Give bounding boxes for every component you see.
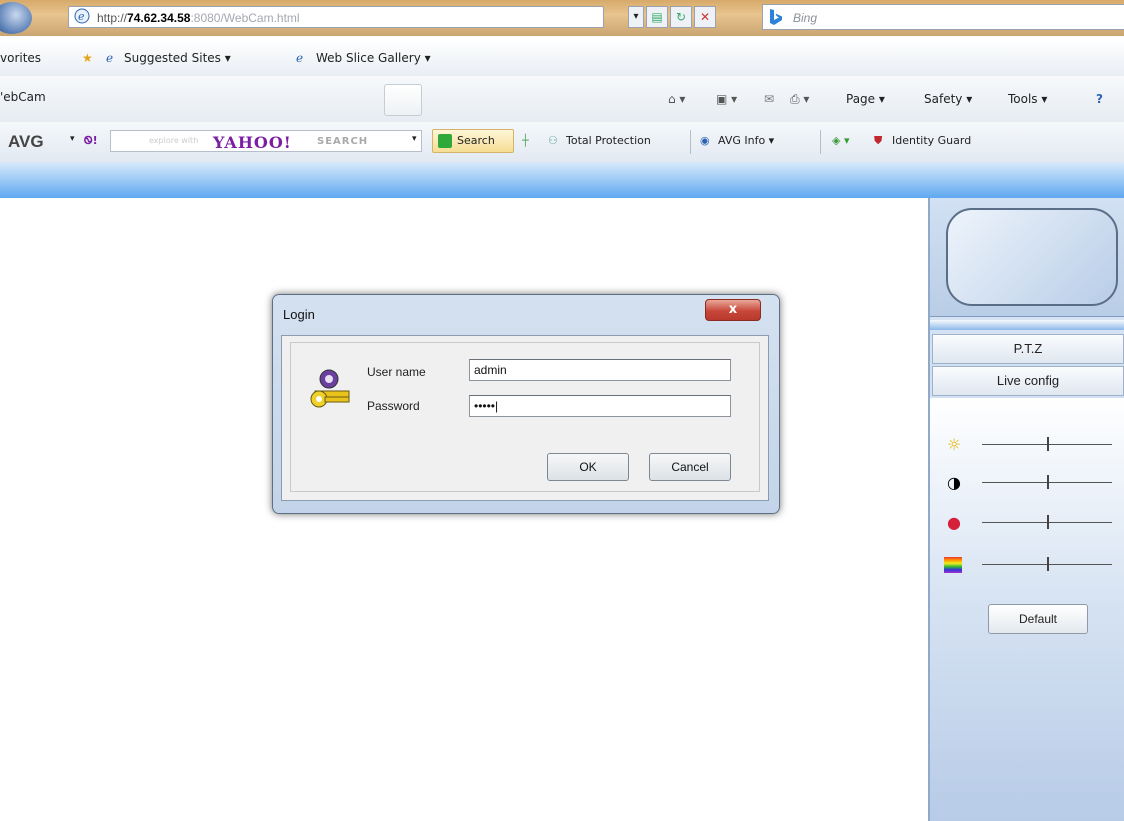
bing-icon [770,9,782,25]
total-protection-link[interactable]: Total Protection [566,134,651,147]
avg-dropdown-icon[interactable]: ▾ [70,134,75,144]
credentials-group: User name admin Password •••••| OK Cance… [290,342,760,492]
address-bar: http://74.62.34.58:8080/WebCam.html e ▾ … [0,0,1124,36]
url-rest: :8080/WebCam.html [190,11,300,25]
saturation-icon: ● [947,513,961,532]
yahoo-search-label: SEARCH [317,136,369,147]
page-header-bar [0,162,1124,198]
search-input[interactable]: Bing [762,4,1124,30]
hue-slider[interactable]: ▬ [944,554,1114,576]
total-protection-icon: ⚇ [548,134,558,147]
search-go-icon [438,134,452,148]
home-icon[interactable]: ⌂ ▾ [668,92,685,106]
print-icon[interactable]: ⎙ ▾ [790,92,809,107]
avg-logo[interactable]: AVG [8,132,44,152]
saturation-slider[interactable]: ● [944,512,1114,534]
bar-separator-icon: ┼ [522,134,529,147]
slider-thumb[interactable] [1047,475,1049,489]
page-menu[interactable]: Page ▾ [846,92,885,106]
tab-row: 'ebCam ⌂ ▾ ▣ ▾ ✉ ⎙ ▾ Page ▾ Safety ▾ Too… [0,76,1124,123]
tab-live-config[interactable]: Live config [932,366,1124,396]
tab-ptz[interactable]: P.T.Z [932,334,1124,364]
mail-icon[interactable]: ✉ [764,92,774,106]
cancel-button[interactable]: Cancel [649,453,731,481]
refresh-icon[interactable]: ↻ [670,6,692,28]
default-button[interactable]: Default [988,604,1088,634]
compatibility-icon[interactable]: ▤ [646,6,668,28]
slider-thumb[interactable] [1047,515,1049,529]
control-panel: P.T.Z Live config ☼ ◑ ● ▬ Default [928,198,1124,821]
url-prefix: http:// [97,11,128,25]
safety-menu[interactable]: Safety ▾ [924,92,972,106]
search-button[interactable]: Search [432,129,514,153]
dialog-title: Login [283,307,315,322]
url-host: 74.62.34.58 [127,11,191,25]
stop-icon[interactable]: ✕ [694,6,716,28]
contrast-slider[interactable]: ◑ [944,472,1114,494]
search-button-label: Search [457,134,495,147]
dialog-client-area: User name admin Password •••••| OK Cance… [281,335,769,501]
favorites-button[interactable]: vorites [0,51,41,65]
avg-info-icon: ◉ [700,134,710,147]
close-button[interactable]: x [705,299,761,321]
url-dropdown-button[interactable]: ▾ [628,6,644,28]
url-field[interactable]: http://74.62.34.58:8080/WebCam.html [68,6,604,28]
suggested-sites-link[interactable]: Suggested Sites ▾ [124,51,231,65]
password-label: Password [367,399,420,413]
add-favorite-icon[interactable]: ★ [82,51,93,65]
help-icon[interactable]: ? [1096,92,1103,106]
yahoo-dropdown-icon[interactable]: ▾ [412,134,417,144]
login-dialog: Login x User name admin Password •••••| … [272,294,780,514]
brightness-slider[interactable]: ☼ [944,434,1114,456]
tab-webcam[interactable]: 'ebCam [0,90,46,104]
svg-text:e: e [78,10,85,23]
yahoo-icon[interactable]: Ꮻ! [84,134,98,148]
suggested-sites-icon: ℯ [106,51,114,65]
preview-screen [946,208,1118,306]
keys-icon [310,369,350,408]
yahoo-search-input[interactable]: explore with YAHOO! SEARCH [110,130,422,152]
web-slice-gallery-link[interactable]: Web Slice Gallery ▾ [316,51,431,65]
slider-thumb[interactable] [1047,437,1049,451]
username-label: User name [367,365,426,379]
slider-thumb[interactable] [1047,557,1049,571]
brightness-icon: ☼ [946,435,962,454]
addon-icon[interactable]: ◈ ▾ [832,134,849,147]
panel-preview-area [930,198,1124,317]
web-slice-icon: ℯ [296,51,304,65]
password-field[interactable]: •••••| [469,395,731,417]
username-field[interactable]: admin [469,359,731,381]
yahoo-logo: YAHOO! [213,133,292,152]
panel-divider [930,320,1124,330]
identity-guard-link[interactable]: Identity Guard [892,134,971,147]
identity-guard-icon: ⛊ [874,134,883,147]
new-tab-button[interactable] [384,84,422,116]
avg-toolbar: AVG ▾ Ꮻ! explore with YAHOO! SEARCH ▾ Se… [0,122,1124,163]
yahoo-prefix: explore with [149,136,199,145]
tools-menu[interactable]: Tools ▾ [1008,92,1047,106]
contrast-icon: ◑ [947,473,961,492]
feeds-icon[interactable]: ▣ ▾ [716,92,737,106]
avg-info-menu[interactable]: AVG Info ▾ [718,134,774,147]
hue-icon: ▬ [944,557,962,573]
ok-button[interactable]: OK [547,453,629,481]
ie-page-icon: e [74,8,90,24]
back-button[interactable] [0,2,32,34]
favorites-bar: vorites ★ ℯ Suggested Sites ▾ ℯ Web Slic… [0,42,1124,77]
